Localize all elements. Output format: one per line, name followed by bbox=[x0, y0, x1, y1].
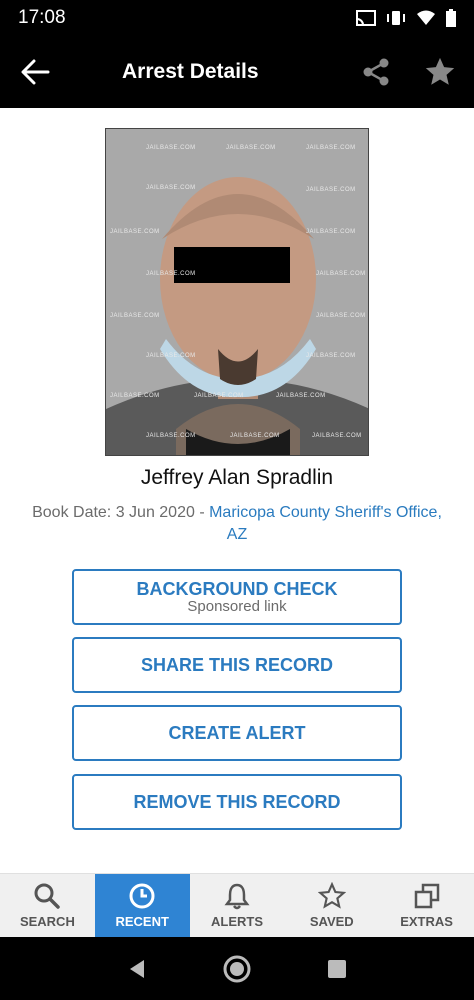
nav-search[interactable]: SEARCH bbox=[0, 874, 95, 937]
watermark: JAILBASE.COM bbox=[276, 393, 326, 399]
share-record-label: SHARE THIS RECORD bbox=[140, 654, 333, 675]
nav-saved[interactable]: SAVED bbox=[284, 874, 379, 937]
watermark: JAILBASE.COM bbox=[110, 393, 160, 399]
book-date: Book Date: 3 Jun 2020 - bbox=[32, 504, 210, 521]
system-home-button[interactable] bbox=[182, 954, 292, 984]
watermark: JAILBASE.COM bbox=[312, 433, 362, 439]
battery-icon bbox=[446, 9, 456, 27]
watermark: JAILBASE.COM bbox=[110, 229, 160, 235]
sponsored-link-label: Sponsored link bbox=[187, 598, 287, 615]
remove-record-button[interactable]: REMOVE THIS RECORD bbox=[72, 774, 402, 830]
watermark: JAILBASE.COM bbox=[146, 353, 196, 359]
nav-recent[interactable]: RECENT bbox=[94, 874, 190, 937]
watermark: JAILBASE.COM bbox=[306, 145, 356, 151]
star-outline-icon bbox=[317, 882, 346, 909]
share-button[interactable] bbox=[354, 54, 398, 90]
bottom-nav: SEARCH RECENT ALERTS SAVED EXTRAS bbox=[0, 873, 474, 937]
watermark: JAILBASE.COM bbox=[110, 313, 160, 319]
nav-alerts-label: ALERTS bbox=[210, 914, 263, 929]
star-icon bbox=[425, 57, 455, 85]
booking-info: Book Date: 3 Jun 2020 - Maricopa County … bbox=[30, 502, 444, 546]
favorite-button[interactable] bbox=[418, 52, 462, 92]
square-recents-icon bbox=[328, 959, 346, 978]
status-bar: 17:08 bbox=[0, 0, 474, 36]
watermark: JAILBASE.COM bbox=[226, 145, 276, 151]
cast-icon bbox=[356, 10, 376, 26]
mugshot-illustration bbox=[106, 129, 368, 455]
watermark: JAILBASE.COM bbox=[306, 187, 356, 193]
system-nav-bar bbox=[0, 937, 474, 1000]
back-button[interactable] bbox=[0, 36, 70, 108]
app-bar: Arrest Details bbox=[0, 36, 474, 108]
watermark: JAILBASE.COM bbox=[194, 393, 244, 399]
watermark: JAILBASE.COM bbox=[306, 229, 356, 235]
share-icon bbox=[363, 58, 389, 86]
copy-icon bbox=[414, 883, 439, 909]
nav-search-label: SEARCH bbox=[19, 914, 75, 929]
mugshot-image: JAILBASE.COM JAILBASE.COM JAILBASE.COM J… bbox=[105, 128, 369, 456]
create-alert-button[interactable]: CREATE ALERT bbox=[72, 705, 402, 761]
background-check-label: BACKGROUND CHECK bbox=[136, 579, 338, 599]
bell-icon bbox=[224, 883, 250, 910]
watermark: JAILBASE.COM bbox=[146, 271, 196, 277]
triangle-back-icon bbox=[130, 959, 144, 978]
arrow-left-icon bbox=[21, 59, 50, 85]
watermark: JAILBASE.COM bbox=[316, 313, 366, 319]
person-name: Jeffrey Alan Spradlin bbox=[140, 466, 334, 489]
circle-home-icon bbox=[223, 955, 251, 982]
watermark: JAILBASE.COM bbox=[230, 433, 280, 439]
watermark: JAILBASE.COM bbox=[316, 271, 366, 277]
status-time: 17:08 bbox=[18, 7, 66, 28]
wifi-icon bbox=[417, 10, 435, 25]
nav-recent-label: RECENT bbox=[115, 914, 169, 929]
watermark: JAILBASE.COM bbox=[146, 185, 196, 191]
agency-link[interactable]: Maricopa County Sheriff's Office, AZ bbox=[209, 504, 442, 543]
status-icons bbox=[356, 9, 456, 27]
system-back-button[interactable] bbox=[92, 958, 182, 980]
clock-icon bbox=[129, 883, 155, 909]
nav-saved-label: SAVED bbox=[309, 914, 354, 929]
nav-extras[interactable]: EXTRAS bbox=[379, 874, 474, 937]
create-alert-label: CREATE ALERT bbox=[168, 722, 306, 743]
page-title: Arrest Details bbox=[122, 60, 259, 83]
watermark: JAILBASE.COM bbox=[146, 433, 196, 439]
search-icon bbox=[34, 883, 61, 909]
system-recents-button[interactable] bbox=[292, 959, 382, 979]
watermark: JAILBASE.COM bbox=[306, 353, 356, 359]
watermark: JAILBASE.COM bbox=[146, 145, 196, 151]
censor-bar bbox=[174, 247, 290, 283]
nav-alerts[interactable]: ALERTS bbox=[190, 874, 285, 937]
nav-extras-label: EXTRAS bbox=[400, 914, 453, 929]
remove-record-label: REMOVE THIS RECORD bbox=[133, 791, 341, 812]
vibrate-icon bbox=[387, 11, 405, 25]
background-check-button[interactable]: BACKGROUND CHECK Sponsored link bbox=[72, 569, 402, 625]
share-record-button[interactable]: SHARE THIS RECORD bbox=[72, 637, 402, 693]
